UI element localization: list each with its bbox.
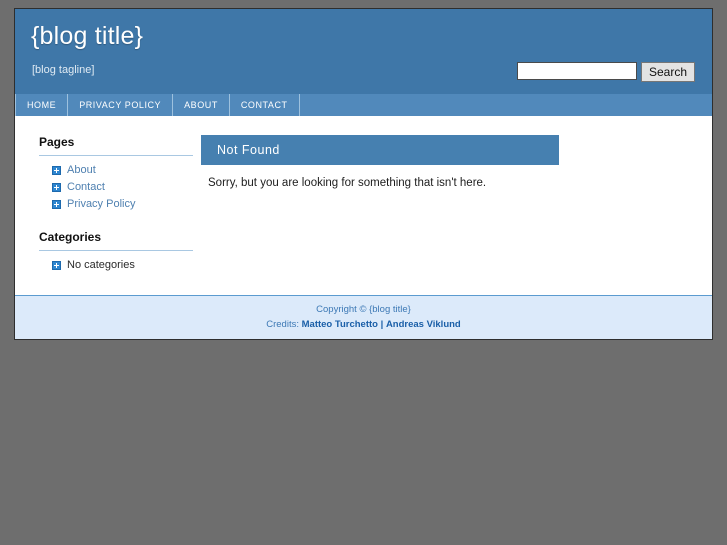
sidebar-item-no-categories: No categories	[67, 259, 135, 271]
bullet-square-icon	[52, 199, 61, 209]
sidebar: Pages About Contact Privacy Policy Categ…	[15, 117, 194, 297]
main-column: Not Found Sorry, but you are looking for…	[194, 117, 712, 297]
credit-link-matteo-turchetto[interactable]: Matteo Turchetto	[302, 319, 378, 330]
list-item: Privacy Policy	[39, 198, 194, 210]
categories-list: No categories	[39, 259, 194, 271]
widget-title-pages: Pages	[39, 135, 193, 156]
pages-list: About Contact Privacy Policy	[39, 164, 194, 210]
bullet-square-icon	[52, 182, 61, 192]
content-area: Pages About Contact Privacy Policy Categ…	[15, 117, 712, 297]
site-header: {blog title} [blog tagline] Search	[15, 9, 712, 94]
nav-item: ABOUT	[173, 94, 230, 116]
nav-item: CONTACT	[230, 94, 300, 116]
post-body-text: Sorry, but you are looking for something…	[208, 177, 487, 189]
nav-item-privacy-policy[interactable]: PRIVACY POLICY	[68, 94, 174, 116]
credit-link-andreas-viklund[interactable]: Andreas Viklund	[386, 319, 461, 330]
credits-label: Credits:	[266, 319, 299, 330]
nav-item-contact[interactable]: CONTACT	[230, 94, 300, 116]
copyright-text: Copyright © {blog title}	[316, 304, 411, 315]
search-input[interactable]	[516, 62, 637, 80]
site-tagline: [blog tagline]	[32, 64, 95, 76]
search-form: Search	[516, 62, 695, 82]
site-footer: Copyright © {blog title} Credits: Matteo…	[15, 295, 712, 339]
list-item: No categories	[39, 259, 194, 271]
post-title-bar: Not Found	[201, 135, 559, 165]
nav-item-about[interactable]: ABOUT	[173, 94, 230, 116]
sidebar-item-about[interactable]: About	[67, 164, 96, 176]
search-button[interactable]: Search	[640, 62, 695, 82]
nav-item: PRIVACY POLICY	[68, 94, 174, 116]
bullet-square-icon	[52, 165, 61, 175]
widget-categories: Categories No categories	[39, 230, 194, 271]
page-container: {blog title} [blog tagline] Search HOME …	[14, 8, 713, 340]
credits-line: Credits: Matteo Turchetto | Andreas Vikl…	[15, 319, 712, 330]
nav-list: HOME PRIVACY POLICY ABOUT CONTACT	[15, 94, 300, 116]
sidebar-item-contact[interactable]: Contact	[67, 181, 105, 193]
page-title: {blog title}	[31, 22, 144, 50]
widget-title-categories: Categories	[39, 230, 193, 251]
post-title: Not Found	[217, 143, 280, 157]
nav-item: HOME	[15, 94, 69, 116]
list-item: Contact	[39, 181, 194, 193]
credit-separator: |	[380, 319, 384, 330]
widget-pages: Pages About Contact Privacy Policy	[39, 135, 194, 210]
main-navigation: HOME PRIVACY POLICY ABOUT CONTACT	[15, 94, 712, 117]
list-item: About	[39, 164, 194, 176]
nav-item-home[interactable]: HOME	[15, 94, 69, 116]
sidebar-item-privacy-policy[interactable]: Privacy Policy	[67, 198, 135, 210]
bullet-square-icon	[52, 260, 61, 270]
